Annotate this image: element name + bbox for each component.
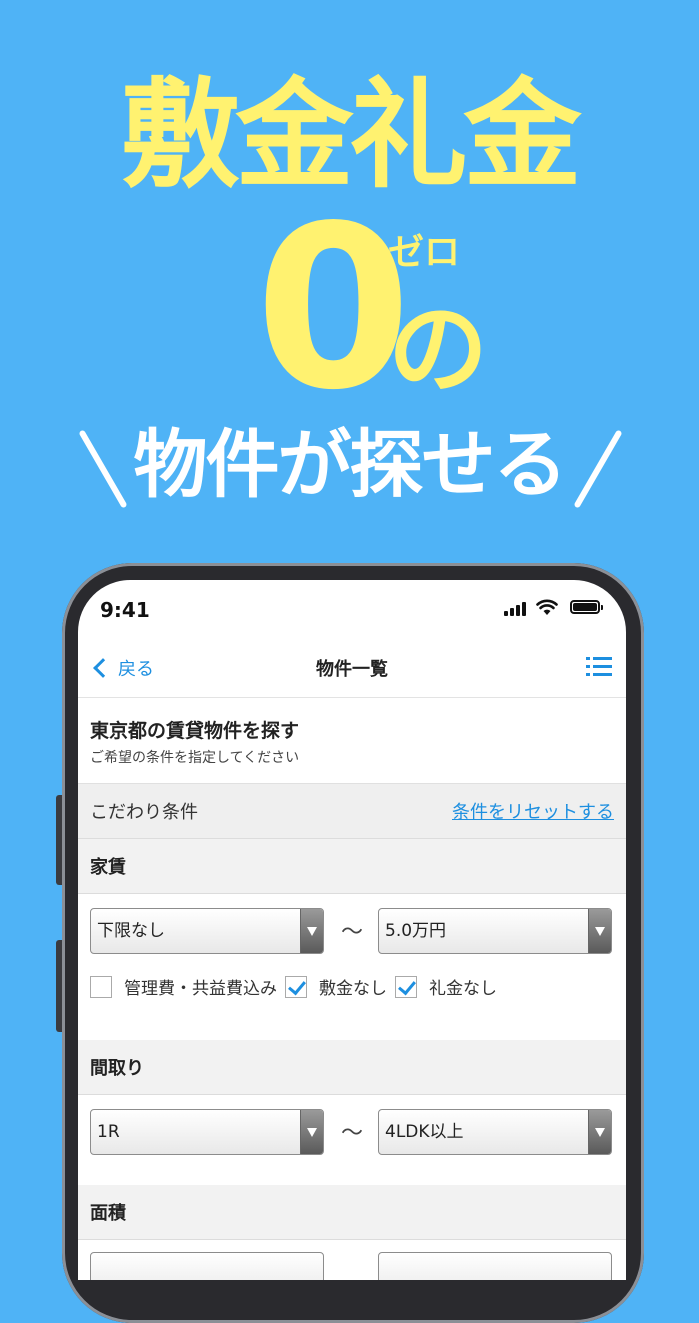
rent-max-select[interactable]: 5.0万円 xyxy=(378,908,612,954)
reset-conditions-link[interactable]: 条件をリセットする xyxy=(452,798,614,824)
promo-zero-ruby: ゼロ xyxy=(388,232,461,273)
layout-max-value: 4LDK以上 xyxy=(385,1122,464,1142)
area-max-select[interactable] xyxy=(378,1252,612,1280)
promo-subline: 物件が探せる xyxy=(133,422,568,508)
layout-label: 間取り xyxy=(90,1058,144,1079)
layout-range-row: 1R 〜 4LDK以上 xyxy=(78,1095,626,1185)
dropdown-arrow-icon xyxy=(300,1110,323,1154)
area-range-row xyxy=(78,1240,626,1280)
rent-checkbox-group: 管理費・共益費込み 敷金なし 礼金なし xyxy=(90,974,505,999)
page-title: 東京都の賃貸物件を探す xyxy=(90,720,300,742)
rent-options: 管理費・共益費込み 敷金なし 礼金なし xyxy=(78,968,626,1040)
promo-zero-block: 0 ゼロ の xyxy=(0,197,699,422)
battery-icon xyxy=(570,600,603,614)
checkbox-checked-icon xyxy=(395,975,417,998)
list-menu-icon[interactable] xyxy=(586,656,612,678)
area-section-header: 面積 xyxy=(78,1185,626,1240)
checkbox-label: 管理費・共益費込み xyxy=(124,979,277,999)
rent-label: 家賃 xyxy=(90,857,126,878)
conditions-bar: こだわり条件 条件をリセットする xyxy=(78,784,626,839)
wifi-icon xyxy=(536,599,558,615)
layout-min-value: 1R xyxy=(97,1122,120,1142)
nav-title: 物件一覧 xyxy=(316,659,388,680)
dropdown-arrow-icon xyxy=(588,1110,611,1154)
checkbox-no-deposit[interactable]: 敷金なし xyxy=(285,974,387,999)
promo-zero-particle: の xyxy=(388,291,488,408)
phone-volume-up-button xyxy=(56,795,62,885)
navigation-bar: 戻る 物件一覧 xyxy=(78,640,626,698)
status-bar: 9:41 xyxy=(78,580,626,640)
checkbox-label: 敷金なし xyxy=(319,979,387,999)
dropdown-arrow-icon xyxy=(588,909,611,953)
layout-section-header: 間取り xyxy=(78,1040,626,1095)
range-separator: 〜 xyxy=(341,920,364,945)
checkbox-no-key-money[interactable]: 礼金なし xyxy=(395,974,497,999)
phone-volume-down-button xyxy=(56,940,62,1032)
phone-screen: 9:41 戻る 物件一覧 東京都の賃貸物件を探す ご希望の条件を指定してください xyxy=(78,580,626,1280)
checkbox-management-fee[interactable]: 管理費・共益費込み xyxy=(90,974,277,999)
rent-min-value: 下限なし xyxy=(97,921,165,941)
checkbox-label: 礼金なし xyxy=(429,979,497,999)
checkbox-icon xyxy=(90,975,112,998)
layout-max-select[interactable]: 4LDK以上 xyxy=(378,1109,612,1155)
rent-section-header: 家賃 xyxy=(78,839,626,894)
cellular-signal-icon xyxy=(504,602,530,616)
rent-range-row: 下限なし 〜 5.0万円 xyxy=(78,894,626,968)
area-min-select[interactable] xyxy=(90,1252,324,1280)
rent-min-select[interactable]: 下限なし xyxy=(90,908,324,954)
area-label: 面積 xyxy=(90,1203,126,1224)
status-time: 9:41 xyxy=(100,598,150,622)
conditions-label: こだわり条件 xyxy=(90,802,198,823)
dropdown-arrow-icon xyxy=(300,909,323,953)
range-separator: 〜 xyxy=(341,1121,364,1146)
checkbox-checked-icon xyxy=(285,975,307,998)
rent-max-value: 5.0万円 xyxy=(385,921,447,941)
page-header: 東京都の賃貸物件を探す ご希望の条件を指定してください xyxy=(78,698,626,784)
page-subtitle: ご希望の条件を指定してください xyxy=(90,750,300,766)
layout-min-select[interactable]: 1R xyxy=(90,1109,324,1155)
